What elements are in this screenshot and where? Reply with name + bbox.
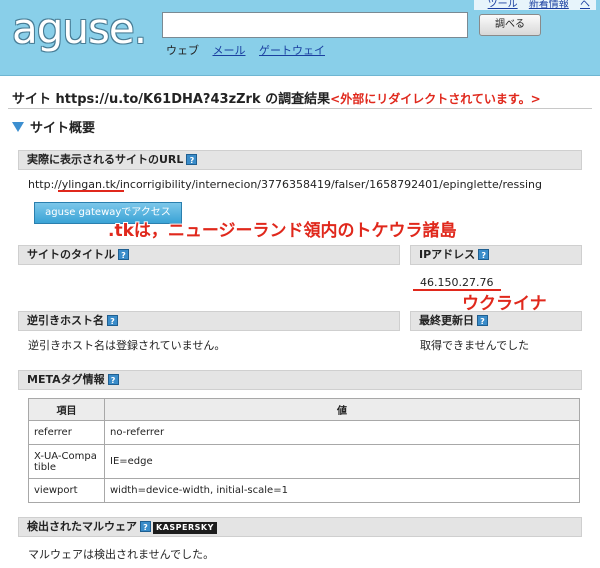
help-icon[interactable]: ?	[140, 521, 151, 532]
triangle-down-icon	[12, 122, 24, 132]
section-label: METAタグ情報	[27, 373, 105, 386]
nav-mail[interactable]: メール	[213, 44, 246, 57]
divider	[8, 108, 592, 109]
help-icon[interactable]: ?	[118, 249, 129, 260]
annotation-tk-note: .tkは，ニュージーランド領内のトケウラ諸島	[108, 221, 457, 241]
top-link-news[interactable]: 新着情報	[529, 0, 569, 10]
malware-value: マルウェアは検出されませんでした。	[28, 548, 215, 561]
table-row: X-UA-Compatible IE=edge	[28, 444, 580, 479]
column-header: 項目	[28, 398, 105, 421]
meta-value: no-referrer	[104, 420, 580, 445]
search-input[interactable]	[162, 12, 468, 38]
top-links: ツール 新着情報 ヘ	[473, 0, 596, 10]
help-icon[interactable]: ?	[186, 154, 198, 165]
site-summary-title: サイト概要	[30, 121, 96, 136]
last-updated-value: 取得できませんでした	[420, 339, 530, 352]
header-bar: aguse. 調べる ウェブ メール ゲートウェイ ツール 新着情報 ヘ	[0, 0, 600, 76]
section-label: 逆引きホスト名	[27, 314, 104, 327]
meta-key: viewport	[28, 478, 105, 503]
help-icon[interactable]: ?	[477, 315, 488, 326]
meta-key: referrer	[28, 420, 105, 445]
result-title: サイト https://u.to/K61DHA?43zZrk の調査結果	[12, 92, 331, 107]
table-row: referrer no-referrer	[28, 420, 580, 445]
section-label: 最終更新日	[419, 314, 474, 327]
meta-value: IE=edge	[104, 444, 580, 479]
section-meta-tags: METAタグ情報?	[18, 370, 582, 390]
section-last-updated: 最終更新日?	[410, 311, 582, 331]
section-site-title: サイトのタイトル?	[18, 245, 400, 265]
search-button[interactable]: 調べる	[479, 14, 541, 36]
ip-address-value[interactable]: 46.150.27.76	[420, 276, 493, 289]
section-label: 実際に表示されるサイトのURL	[27, 153, 184, 166]
search-nav: ウェブ メール ゲートウェイ	[166, 42, 335, 58]
table-row: viewport width=device-width, initial-sca…	[28, 478, 580, 503]
help-icon[interactable]: ?	[107, 315, 118, 326]
help-icon[interactable]: ?	[478, 249, 490, 260]
nav-gateway[interactable]: ゲートウェイ	[259, 44, 325, 57]
column-header: 値	[104, 398, 580, 421]
meta-key: X-UA-Compatible	[28, 444, 105, 479]
help-icon[interactable]: ?	[107, 374, 119, 385]
kaspersky-logo: KASPERSKY	[153, 522, 217, 534]
section-actual-url: 実際に表示されるサイトのURL?	[18, 150, 582, 170]
section-reverse-host: 逆引きホスト名?	[18, 311, 400, 331]
section-label: 検出されたマルウェア	[27, 520, 137, 533]
aguse-logo[interactable]: aguse.	[12, 4, 147, 54]
nav-web[interactable]: ウェブ	[166, 44, 199, 57]
table-header-row: 項目 値	[28, 398, 580, 421]
section-label: IPアドレス	[419, 248, 476, 261]
top-link-tools[interactable]: ツール	[488, 0, 518, 10]
section-ip-address: IPアドレス?	[410, 245, 582, 265]
redirect-note: <外部にリダイレクトされています。>	[330, 92, 541, 106]
meta-table: 項目 値 referrer no-referrer X-UA-Compatibl…	[28, 398, 580, 503]
top-link-help[interactable]: ヘ	[580, 0, 590, 10]
site-summary-toggle[interactable]: サイト概要	[12, 117, 95, 136]
section-malware: 検出されたマルウェア? KASPERSKY	[18, 517, 582, 537]
meta-value: width=device-width, initial-scale=1	[104, 478, 580, 503]
section-label: サイトのタイトル	[27, 248, 115, 261]
annotation-underline	[58, 190, 124, 192]
reverse-host-value: 逆引きホスト名は登録されていません。	[28, 339, 226, 352]
result-heading: サイト https://u.to/K61DHA?43zZrk の調査結果<外部に…	[12, 88, 541, 107]
